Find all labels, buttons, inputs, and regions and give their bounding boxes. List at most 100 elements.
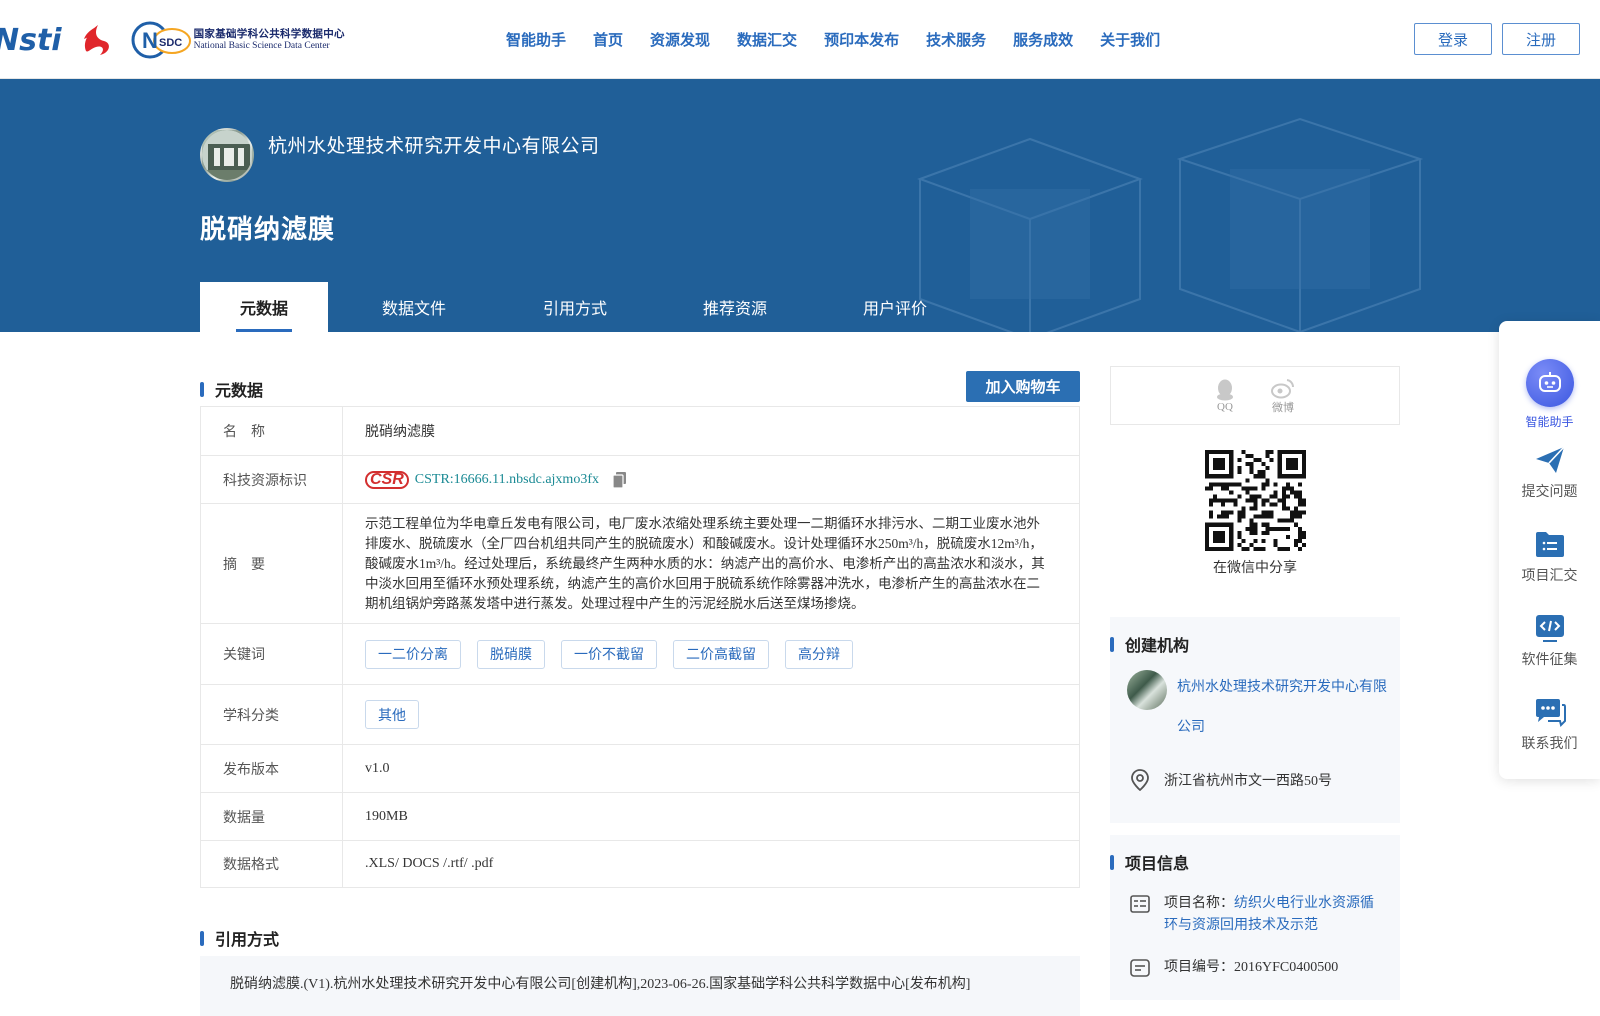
nav-tech-service[interactable]: 技术服务 — [926, 29, 986, 50]
label-format: 数据格式 — [201, 841, 343, 887]
site-header: Nsti N SDC 国家基础学科公共科学数据中心 National Basic… — [0, 0, 1600, 79]
share-box: QQ 微博 — [1110, 366, 1400, 425]
share-qq[interactable]: QQ — [1215, 379, 1235, 413]
detail-tabs: 元数据 数据文件 引用方式 推荐资源 用户评价 — [200, 282, 970, 332]
metadata-table: 名 称 脱硝纳滤膜 科技资源标识 CSR CSTR:16666.11.nbsdc… — [200, 406, 1080, 888]
citation-text: 脱硝纳滤膜.(V1).杭州水处理技术研究开发中心有限公司[创建机构],2023-… — [200, 956, 1080, 1016]
creator-heading: 创建机构 — [1110, 632, 1189, 656]
value-abstract: 示范工程单位为华电章丘发电有限公司，电厂废水浓缩处理系统主要处理一二期循环水排污… — [365, 515, 1045, 611]
code-icon — [1535, 615, 1564, 642]
nav-resource-discovery[interactable]: 资源发现 — [650, 29, 710, 50]
keyword-chip[interactable]: 二价高截留 — [673, 639, 769, 669]
qq-icon — [1217, 379, 1233, 400]
creator-address: 浙江省杭州市文一西路50号 — [1130, 769, 1332, 791]
project-card: 项目信息 项目名称：纺织火电行业水资源循环与资源回用技术及示范 项目编号：201… — [1110, 835, 1400, 1000]
weibo-icon — [1271, 378, 1295, 398]
chat-icon — [1535, 699, 1566, 727]
table-row: 科技资源标识 CSR CSTR:16666.11.nbsdc.ajxmo3fx — [201, 455, 1079, 503]
value-name: 脱硝纳滤膜 — [365, 425, 435, 440]
nsdc-logo[interactable]: N SDC 国家基础学科公共科学数据中心 National Basic Scie… — [130, 20, 345, 60]
location-icon — [1131, 769, 1149, 791]
table-row: 摘 要 示范工程单位为华电章丘发电有限公司，电厂废水浓缩处理系统主要处理一二期循… — [201, 503, 1079, 623]
value-version: v1.0 — [365, 760, 390, 776]
label-abstract: 摘 要 — [201, 504, 343, 623]
table-row: 名 称 脱硝纳滤膜 — [201, 407, 1079, 455]
org-avatar[interactable] — [200, 128, 254, 182]
tab-metadata[interactable]: 元数据 — [200, 282, 328, 332]
nav-service-results[interactable]: 服务成效 — [1013, 29, 1073, 50]
project-code-row: 项目编号：2016YFC0400500 — [1130, 957, 1376, 979]
table-row: 数据量 190MB — [201, 792, 1079, 840]
project-code-icon — [1130, 959, 1150, 977]
keyword-chip[interactable]: 脱硝膜 — [477, 639, 545, 669]
banner-org-name[interactable]: 杭州水处理技术研究开发中心有限公司 — [268, 131, 600, 158]
creator-org: 杭州水处理技术研究开发中心有限公司 — [1127, 670, 1387, 748]
value-size: 190MB — [365, 808, 408, 824]
table-row: 学科分类 其他 — [201, 684, 1079, 744]
label-subject: 学科分类 — [201, 685, 343, 744]
table-row: 发布版本 v1.0 — [201, 744, 1079, 792]
creator-avatar — [1127, 670, 1167, 710]
float-contact-us[interactable]: 联系我们 — [1499, 697, 1600, 753]
nav-about[interactable]: 关于我们 — [1100, 29, 1160, 50]
folder-list-icon — [1535, 532, 1564, 557]
float-submit-question[interactable]: 提交问题 — [1499, 445, 1600, 501]
nsdc-mark-icon: N SDC — [130, 20, 192, 60]
citation-heading: 引用方式 — [200, 926, 279, 950]
tab-citation[interactable]: 引用方式 — [500, 282, 650, 332]
project-card-icon — [1130, 895, 1150, 913]
dataset-banner: 杭州水处理技术研究开发中心有限公司 脱硝纳滤膜 元数据 数据文件 引用方式 推荐… — [0, 79, 1600, 332]
nav-preprint[interactable]: 预印本发布 — [824, 29, 899, 50]
project-heading: 项目信息 — [1110, 850, 1189, 874]
logo-group: Nsti N SDC 国家基础学科公共科学数据中心 National Basic… — [0, 18, 345, 62]
value-format: .XLS/ DOCS /.rtf/ .pdf — [365, 856, 494, 871]
share-weibo[interactable]: 微博 — [1271, 377, 1295, 415]
nsdc-name-cn: 国家基础学科公共科学数据中心 — [193, 28, 345, 40]
label-version: 发布版本 — [201, 745, 343, 792]
svg-text:SDC: SDC — [159, 37, 182, 49]
send-icon — [1535, 446, 1565, 473]
wechat-qr-code — [1205, 450, 1306, 551]
tab-recommended[interactable]: 推荐资源 — [650, 282, 820, 332]
float-ai-assistant[interactable]: 智能助手 — [1499, 359, 1600, 430]
nav-ai-assistant[interactable]: 智能助手 — [506, 29, 566, 50]
cstr-link[interactable]: CSTR:16666.11.nbsdc.ajxmo3fx — [415, 472, 599, 488]
table-row: 关键词 一二价分离 脱硝膜 一价不截留 二价高截留 高分辩 — [201, 623, 1079, 684]
register-button[interactable]: 注册 — [1502, 23, 1580, 55]
auth-buttons: 登录 注册 — [1404, 23, 1580, 55]
wechat-share-caption: 在微信中分享 — [1213, 561, 1297, 576]
nav-data-submission[interactable]: 数据汇交 — [737, 29, 797, 50]
dataset-title: 脱硝纳滤膜 — [200, 215, 336, 244]
label-cstr: 科技资源标识 — [201, 456, 343, 503]
cstr-logo: CSR — [365, 470, 409, 489]
copy-icon[interactable] — [612, 471, 627, 489]
label-size: 数据量 — [201, 793, 343, 840]
nsti-logo[interactable]: Nsti — [0, 23, 62, 58]
project-code-value: 2016YFC0400500 — [1234, 960, 1339, 975]
keyword-chip[interactable]: 一二价分离 — [365, 639, 461, 669]
nav-home[interactable]: 首页 — [593, 29, 623, 50]
keyword-chip[interactable]: 一价不截留 — [561, 639, 657, 669]
creator-org-link[interactable]: 杭州水处理技术研究开发中心有限公司 — [1177, 668, 1387, 748]
svg-text:N: N — [142, 28, 158, 53]
nsdc-name-en: National Basic Science Data Center — [193, 41, 330, 51]
tab-data-files[interactable]: 数据文件 — [328, 282, 500, 332]
creator-card: 创建机构 杭州水处理技术研究开发中心有限公司 浙江省杭州市文一西路50号 — [1110, 617, 1400, 823]
floating-toolbar: 智能助手 提交问题 项目汇交 软件征集 联系我们 — [1499, 321, 1600, 779]
label-name: 名 称 — [201, 407, 343, 455]
label-keywords: 关键词 — [201, 624, 343, 684]
metadata-heading: 元数据 — [200, 377, 263, 401]
project-name-row: 项目名称：纺织火电行业水资源循环与资源回用技术及示范 — [1130, 893, 1376, 937]
float-software-collection[interactable]: 软件征集 — [1499, 613, 1600, 669]
tab-user-reviews[interactable]: 用户评价 — [820, 282, 970, 332]
partner-logo-icon[interactable] — [78, 21, 116, 59]
table-row: 数据格式 .XLS/ DOCS /.rtf/ .pdf — [201, 840, 1079, 887]
subject-chip[interactable]: 其他 — [365, 700, 419, 729]
main-nav: 智能助手 首页 资源发现 数据汇交 预印本发布 技术服务 服务成效 关于我们 — [506, 0, 1187, 79]
float-project-submission[interactable]: 项目汇交 — [1499, 529, 1600, 585]
robot-icon — [1525, 359, 1574, 407]
banner-org: 杭州水处理技术研究开发中心有限公司 — [200, 128, 600, 182]
keyword-chip[interactable]: 高分辩 — [785, 639, 853, 669]
add-to-cart-button[interactable]: 加入购物车 — [966, 371, 1080, 402]
login-button[interactable]: 登录 — [1414, 23, 1492, 55]
